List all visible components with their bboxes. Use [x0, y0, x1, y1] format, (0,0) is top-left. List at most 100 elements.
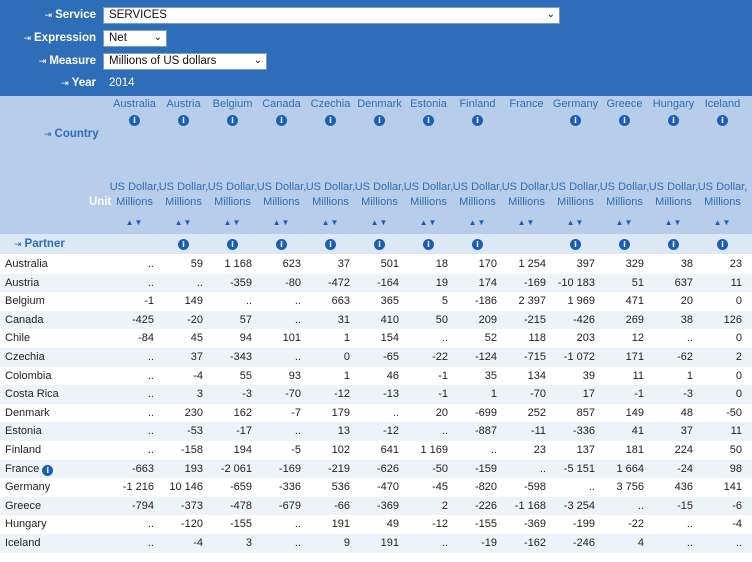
expand-arrow-icon[interactable]: ⇥ [61, 78, 69, 88]
column-header-australia[interactable]: Australia [110, 98, 159, 110]
column-header-denmark[interactable]: Denmark [355, 98, 404, 110]
info-icon[interactable]: i [325, 239, 336, 250]
sort-arrows-icon[interactable]: ▲▼ [159, 218, 208, 227]
column-header-greece[interactable]: Greece [600, 98, 649, 110]
column-unit: US Dollar, Millions [157, 180, 210, 210]
sort-arrows-icon[interactable]: ▲▼ [404, 218, 453, 227]
table-cell: -50 [726, 406, 742, 419]
country-dimension-label[interactable]: ⇥ Country [44, 128, 99, 140]
sort-arrows-icon[interactable]: ▲▼ [649, 218, 698, 227]
table-cell: 52 [484, 332, 497, 345]
info-icon[interactable]: i [619, 115, 630, 126]
table-cell: -425 [131, 313, 154, 326]
row-header-label: Denmark [5, 406, 50, 419]
row-header[interactable]: Australia [5, 258, 48, 270]
column-header-belgium[interactable]: Belgium [208, 98, 257, 110]
column-header-finland[interactable]: Finland [453, 98, 502, 110]
row-header[interactable]: Colombia [5, 370, 51, 382]
info-icon[interactable]: i [374, 239, 385, 250]
row-header[interactable]: Hungary [5, 518, 47, 530]
expand-arrow-icon[interactable]: ⇥ [45, 10, 53, 20]
row-header[interactable]: Finland [5, 444, 41, 456]
info-icon[interactable]: i [374, 115, 385, 126]
service-select[interactable]: SERVICES ⌄ [103, 6, 560, 24]
table-cell: .. [294, 537, 301, 549]
column-header-germany[interactable]: Germany [551, 98, 600, 110]
sort-arrows-icon[interactable]: ▲▼ [355, 218, 404, 227]
row-header[interactable]: Costa Rica [5, 388, 59, 400]
table-cell: 637 [674, 276, 693, 289]
sort-arrows-icon[interactable]: ▲▼ [453, 218, 502, 227]
info-icon[interactable]: i [276, 239, 287, 250]
row-header[interactable]: Estonia [5, 425, 42, 437]
info-icon[interactable]: i [178, 239, 189, 250]
table-cell: 663 [331, 295, 350, 308]
column-header-austria[interactable]: Austria [159, 98, 208, 110]
column-header-hungary[interactable]: Hungary [649, 98, 698, 110]
column-header-iceland[interactable]: Iceland [698, 98, 747, 110]
column-header-czechia[interactable]: Czechia [306, 98, 355, 110]
info-icon[interactable]: i [423, 239, 434, 250]
info-icon[interactable]: i [227, 115, 238, 126]
sort-arrows-icon[interactable]: ▲▼ [257, 218, 306, 227]
row-header[interactable]: Germany [5, 481, 50, 493]
table-row: Germany -1 216 10 146 -659 -336 536 -470 -45 -82… [0, 478, 752, 497]
table-row: Hungary.. -120 -155.. 191 49 -12 -155 -369 -199 -… [0, 515, 752, 534]
sort-arrows-icon[interactable]: ▲▼ [698, 218, 747, 227]
table-cell: 45 [190, 332, 203, 345]
info-icon[interactable]: i [423, 115, 434, 126]
row-header[interactable]: Czechia [5, 351, 45, 363]
info-icon[interactable]: i [42, 464, 54, 476]
info-icon[interactable]: i [668, 239, 679, 250]
info-icon[interactable]: i [717, 115, 728, 126]
row-header[interactable]: Austria [5, 277, 39, 289]
info-icon[interactable]: i [325, 115, 336, 126]
row-header[interactable]: Greece [5, 500, 41, 512]
info-icon[interactable]: i [668, 115, 679, 126]
row-header[interactable]: Iceland [5, 537, 40, 549]
info-icon[interactable]: i [619, 239, 630, 250]
unit-line-1: US Dollar, [599, 181, 650, 193]
table-cell: -169 [523, 276, 546, 289]
table-cell: .. [147, 276, 154, 289]
expand-arrow-icon[interactable]: ⇥ [39, 56, 47, 66]
sort-arrows-icon[interactable]: ▲▼ [306, 218, 355, 227]
row-header[interactable]: Canada [5, 314, 44, 326]
partner-dimension-label[interactable]: ⇥ Partner [14, 238, 65, 250]
info-icon[interactable]: i [227, 239, 238, 250]
expression-select[interactable]: Net ⌄ [103, 29, 167, 47]
measure-select[interactable]: Millions of US dollars ⌄ [103, 52, 267, 70]
info-icon[interactable]: i [472, 115, 483, 126]
info-icon[interactable]: i [129, 115, 140, 126]
expand-arrow-icon[interactable]: ⇥ [14, 239, 22, 249]
sort-arrows-icon[interactable]: ▲▼ [208, 218, 257, 227]
info-icon[interactable]: i [570, 239, 581, 250]
table-cell: -12 [383, 425, 399, 438]
info-icon[interactable]: i [570, 115, 581, 126]
table-cell: 3 [196, 388, 203, 401]
info-icon[interactable]: i [717, 239, 728, 250]
row-header[interactable]: France i [5, 463, 54, 476]
expand-arrow-icon[interactable]: ⇥ [44, 129, 52, 139]
table-cell: -426 [572, 313, 595, 326]
sort-arrows-icon[interactable]: ▲▼ [110, 218, 159, 227]
table-cell: .. [147, 537, 154, 549]
year-label: Year [71, 77, 96, 89]
column-info-wrap: i [159, 114, 208, 126]
row-header[interactable]: Chile [5, 332, 30, 344]
expand-arrow-icon[interactable]: ⇥ [23, 33, 31, 43]
column-header-france[interactable]: France [502, 98, 551, 110]
sort-arrows-icon[interactable]: ▲▼ [502, 218, 551, 227]
info-icon[interactable]: i [276, 115, 287, 126]
info-icon[interactable]: i [472, 239, 483, 250]
column-header-canada[interactable]: Canada [257, 98, 306, 110]
column-header-estonia[interactable]: Estonia [404, 98, 453, 110]
row-header[interactable]: Denmark [5, 407, 50, 419]
table-cell: 149 [625, 406, 644, 419]
row-header[interactable]: Belgium [5, 295, 45, 307]
info-icon[interactable]: i [178, 115, 189, 126]
sort-arrows-icon[interactable]: ▲▼ [551, 218, 600, 227]
sort-arrows-icon[interactable]: ▲▼ [600, 218, 649, 227]
table-cell: -715 [523, 351, 546, 363]
table-cell: -4 [193, 537, 203, 549]
